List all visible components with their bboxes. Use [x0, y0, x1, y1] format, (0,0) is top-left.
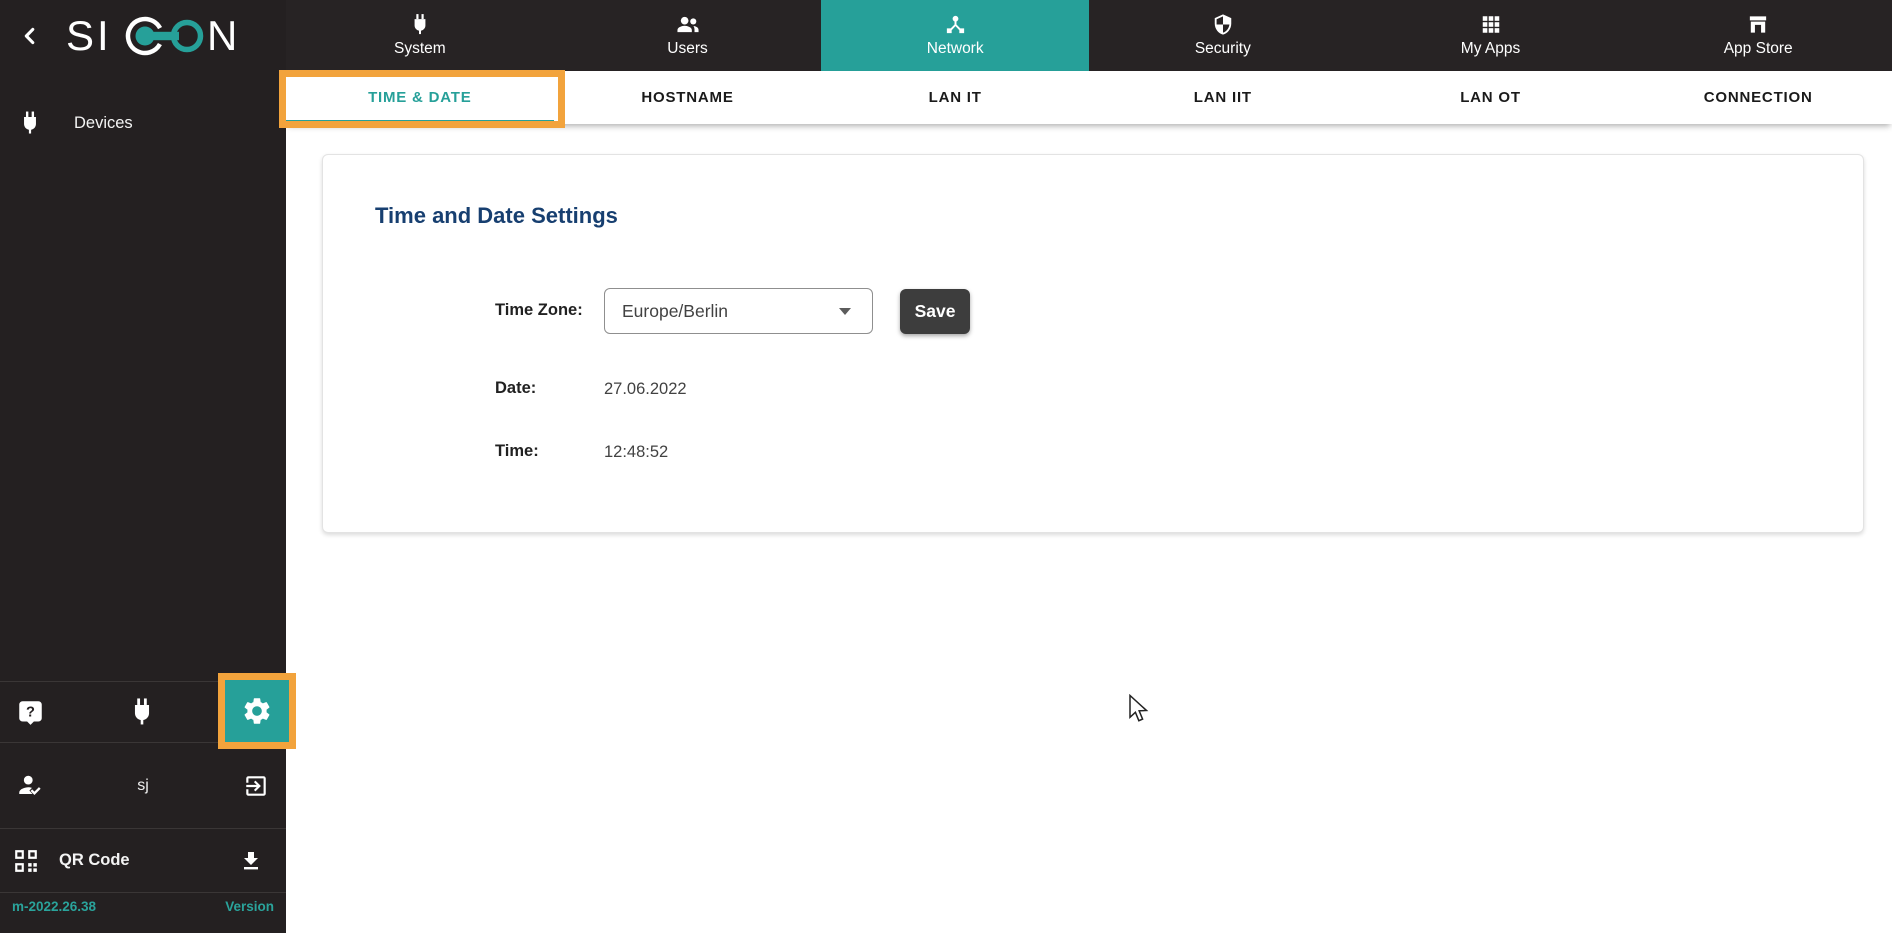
nav-label: Security — [1194, 40, 1251, 57]
nav-label: My Apps — [1460, 40, 1521, 57]
storefront-icon — [1746, 13, 1770, 36]
nav-label: Network — [926, 40, 984, 57]
sidebar: SI N Devices ? sj QR Code m-2022.26.38 V… — [0, 0, 296, 933]
tab-lan-it[interactable]: LAN IT — [821, 71, 1089, 124]
date-value: 27.06.2022 — [604, 380, 687, 398]
username-label: sj — [137, 776, 149, 794]
qr-code-icon — [13, 848, 39, 874]
device-plug-button[interactable] — [129, 697, 155, 727]
settings-button[interactable] — [218, 673, 296, 749]
user-row: sj — [0, 743, 286, 828]
sidebar-bottom: ? sj QR Code m-2022.26.38 Version — [0, 673, 296, 933]
nav-item-security[interactable]: Security — [1089, 0, 1357, 71]
shield-icon — [1212, 13, 1234, 36]
help-button[interactable]: ? — [17, 699, 44, 726]
plug-icon — [129, 697, 155, 727]
time-date-settings-card: Time and Date Settings Time Zone: Europe… — [322, 154, 1864, 533]
logo-text-left: SI — [66, 12, 112, 59]
users-icon — [675, 13, 701, 36]
sicon-logo: SI N — [66, 11, 238, 61]
version-value: m-2022.26.38 — [12, 899, 97, 914]
sidebar-item-devices[interactable]: Devices — [0, 103, 286, 143]
nav-label: System — [393, 40, 446, 57]
nav-label: App Store — [1723, 40, 1793, 57]
chevron-down-icon — [839, 308, 851, 315]
collapse-sidebar-button[interactable] — [16, 22, 44, 50]
tab-time-and-date[interactable]: TIME & DATE — [286, 71, 554, 124]
download-button[interactable] — [239, 849, 263, 873]
nav-item-app-store[interactable]: App Store — [1624, 0, 1892, 71]
tab-label: LAN OT — [1460, 89, 1521, 106]
plug-icon — [19, 111, 41, 135]
tab-lan-ot[interactable]: LAN OT — [1357, 71, 1625, 124]
timezone-select[interactable]: Europe/Berlin — [604, 288, 873, 334]
main-content: Time and Date Settings Time Zone: Europe… — [286, 124, 1892, 933]
card-heading: Time and Date Settings — [375, 203, 618, 228]
chevron-left-icon — [19, 25, 41, 47]
tab-hostname[interactable]: HOSTNAME — [554, 71, 822, 124]
utility-row: ? — [0, 673, 296, 749]
qr-code-row[interactable]: QR Code — [0, 828, 286, 893]
network-tab-bar: TIME & DATE HOSTNAME LAN IT LAN IIT LAN … — [286, 71, 1892, 124]
nav-label: Users — [667, 40, 708, 57]
tab-connection[interactable]: CONNECTION — [1624, 71, 1892, 124]
qr-code-label: QR Code — [59, 851, 130, 869]
tab-label: LAN IIT — [1193, 89, 1252, 106]
nav-item-my-apps[interactable]: My Apps — [1357, 0, 1625, 71]
tab-lan-iit[interactable]: LAN IIT — [1089, 71, 1357, 124]
gear-icon — [241, 695, 273, 727]
version-row: m-2022.26.38 Version — [0, 893, 286, 933]
logo-text-right: N — [207, 12, 237, 59]
timezone-selected-value: Europe/Berlin — [622, 300, 729, 321]
date-label: Date: — [495, 379, 537, 397]
tab-label: HOSTNAME — [641, 89, 734, 106]
sidebar-item-label: Devices — [74, 113, 133, 132]
nav-item-users[interactable]: Users — [554, 0, 822, 71]
timezone-label: Time Zone: — [495, 301, 583, 319]
svg-text:?: ? — [26, 704, 35, 720]
top-navigation: System Users Network Security My Apps Ap… — [286, 0, 1892, 71]
tab-label: CONNECTION — [1703, 89, 1813, 106]
live-help-icon: ? — [17, 699, 44, 726]
tab-label: TIME & DATE — [368, 89, 472, 106]
apps-grid-icon — [1480, 13, 1502, 36]
nav-item-system[interactable]: System — [286, 0, 554, 71]
nav-item-network[interactable]: Network — [821, 0, 1090, 71]
time-value: 12:48:52 — [604, 443, 669, 461]
network-hub-icon — [944, 13, 967, 36]
save-button[interactable]: Save — [900, 289, 970, 334]
sidebar-header: SI N — [0, 0, 286, 71]
power-plug-icon — [410, 13, 430, 36]
time-label: Time: — [495, 442, 539, 460]
tab-label: LAN IT — [928, 89, 982, 106]
version-label: Version — [225, 899, 274, 914]
download-icon — [239, 849, 263, 873]
